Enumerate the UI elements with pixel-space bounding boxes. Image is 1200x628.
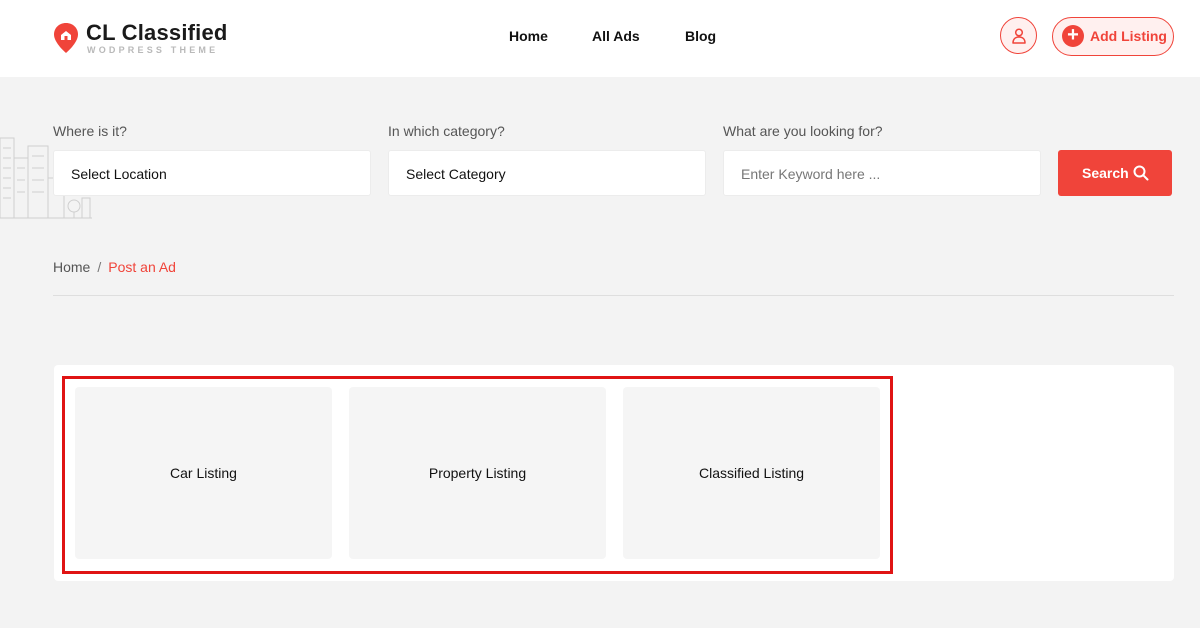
keyword-input[interactable]: Enter Keyword here ... (723, 150, 1041, 196)
add-listing-label: Add Listing (1090, 28, 1167, 44)
nav-item-blog[interactable]: Blog (685, 28, 716, 44)
brand-name: CL Classified (86, 20, 228, 45)
breadcrumb-home-link[interactable]: Home (53, 259, 90, 275)
highlight-box (62, 376, 893, 574)
location-label: Where is it? (53, 123, 127, 139)
add-listing-button[interactable]: + Add Listing (1052, 17, 1174, 56)
search-button[interactable]: Search (1058, 150, 1172, 196)
category-select[interactable]: Select Category (388, 150, 706, 196)
location-pin-icon (54, 23, 78, 53)
breadcrumb-current: Post an Ad (108, 259, 176, 275)
nav-item-home[interactable]: Home (509, 28, 548, 44)
user-icon (1011, 27, 1026, 44)
user-account-button[interactable] (1000, 17, 1037, 54)
category-label: In which category? (388, 123, 505, 139)
brand-tagline: WODPRESS THEME (87, 45, 219, 55)
breadcrumb-separator: / (97, 259, 102, 275)
plus-icon: + (1062, 25, 1084, 47)
breadcrumb-divider (53, 295, 1174, 296)
keyword-label: What are you looking for? (723, 123, 883, 139)
nav-item-all-ads[interactable]: All Ads (592, 28, 640, 44)
breadcrumb: Home / Post an Ad (53, 259, 176, 275)
search-icon (1133, 165, 1149, 181)
location-select[interactable]: Select Location (53, 150, 371, 196)
site-header: CL Classified WODPRESS THEME Home All Ad… (0, 0, 1200, 77)
search-button-label: Search (1082, 165, 1129, 181)
